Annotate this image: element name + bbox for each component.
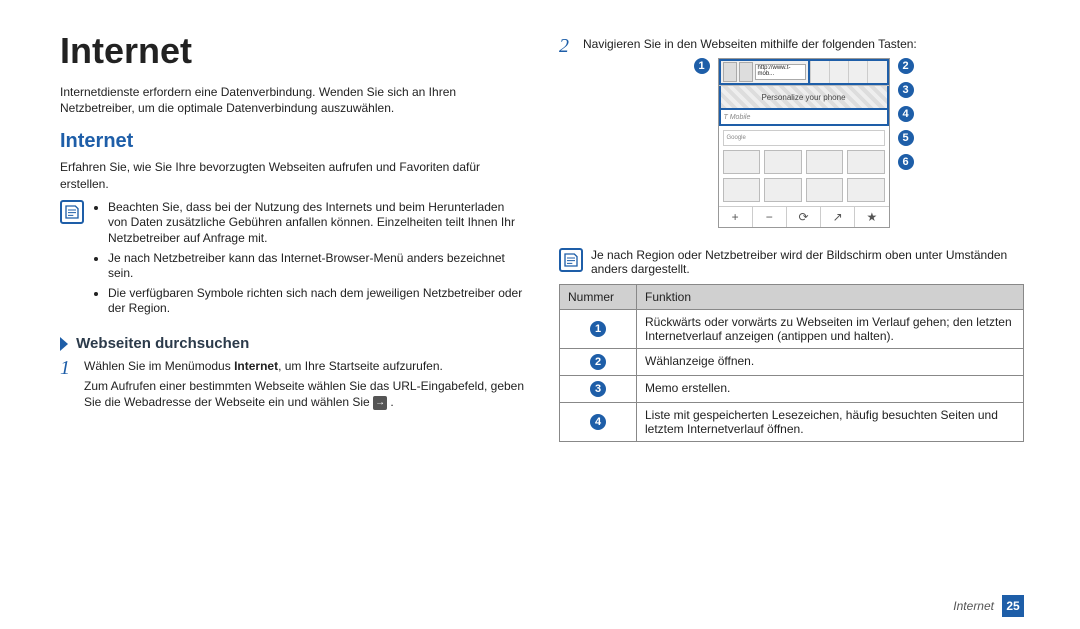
table-row: 2 Wählanzeige öffnen. xyxy=(560,349,1024,376)
zoom-in-icon: + xyxy=(719,207,752,227)
row-description: Memo erstellen. xyxy=(637,376,1024,403)
step: 1 Wählen Sie im Menümodus Internet, um I… xyxy=(60,358,525,415)
grid-tile xyxy=(723,150,761,174)
back-button-icon xyxy=(723,62,737,82)
row-number-icon: 4 xyxy=(590,414,606,430)
phone-search-input xyxy=(749,133,884,143)
row-number-icon: 1 xyxy=(590,321,606,337)
reload-icon: ⟳ xyxy=(786,207,820,227)
grid-tile xyxy=(723,178,761,202)
step-number: 1 xyxy=(60,358,76,415)
callout-number: 2 xyxy=(898,58,914,74)
go-arrow-icon: → xyxy=(373,396,387,410)
toolbar-icon xyxy=(829,61,848,72)
toolbar-icon xyxy=(867,61,886,72)
step-text: Navigieren Sie in den Webseiten mithilfe… xyxy=(583,36,1024,52)
intro-text: Internetdienste erfordern eine Datenverb… xyxy=(60,84,525,116)
phone-bottom-bar: + − ⟳ ↗ ★ xyxy=(719,206,889,227)
step-number: 2 xyxy=(559,36,575,240)
speed-dial-grid xyxy=(719,146,889,206)
phone-sitebar: T Mobile xyxy=(719,110,889,126)
toolbar-icons-region xyxy=(810,59,888,85)
row-description: Wählanzeige öffnen. xyxy=(637,349,1024,376)
row-description: Liste mit gespeicherten Lesezeichen, häu… xyxy=(637,403,1024,442)
functions-table: Nummer Funktion 1 Rückwärts oder vorwärt… xyxy=(559,284,1024,442)
callout-number: 6 xyxy=(898,154,914,170)
grid-tile xyxy=(764,178,802,202)
section-intro: Erfahren Sie, wie Sie Ihre bevorzugten W… xyxy=(60,159,525,191)
note-icon xyxy=(559,248,583,272)
table-header-number: Nummer xyxy=(560,285,637,310)
zoom-out-icon: − xyxy=(752,207,786,227)
callout-number: 1 xyxy=(694,58,710,74)
section-heading: Internet xyxy=(60,130,525,153)
callout-number: 4 xyxy=(898,106,914,122)
bookmark-icon: ★ xyxy=(854,207,888,227)
step: 2 Navigieren Sie in den Webseiten mithil… xyxy=(559,36,1024,240)
note-icon xyxy=(60,200,84,224)
phone-banner: Personalize your phone xyxy=(719,86,889,110)
note-bullet: Die verfügbaren Symbole richten sich nac… xyxy=(108,286,525,317)
toolbar-icon xyxy=(810,72,829,83)
grid-tile xyxy=(806,178,844,202)
note-bullet: Je nach Netzbetreiber kann das Internet-… xyxy=(108,251,525,282)
table-header-function: Funktion xyxy=(637,285,1024,310)
grid-tile xyxy=(847,178,885,202)
grid-tile xyxy=(764,150,802,174)
footer-section-name: Internet xyxy=(953,599,994,613)
address-bar-region: http://www.t-mob... xyxy=(719,59,811,85)
share-icon: ↗ xyxy=(820,207,854,227)
phone-mock: http://www.t-mob... xyxy=(718,58,890,228)
table-row: 1 Rückwärts oder vorwärts zu Webseiten i… xyxy=(560,310,1024,349)
toolbar-icon xyxy=(810,61,829,72)
forward-button-icon xyxy=(739,62,753,82)
page-title: Internet xyxy=(60,30,525,72)
phone-illustration: 1 http://www.t-mob... xyxy=(583,58,1024,228)
table-row: 4 Liste mit gespeicherten Lesezeichen, h… xyxy=(560,403,1024,442)
search-brand: Google xyxy=(724,135,749,141)
toolbar-icon xyxy=(867,72,886,83)
page-number: 25 xyxy=(1002,595,1024,617)
url-field: http://www.t-mob... xyxy=(755,64,807,80)
toolbar-icon xyxy=(829,72,848,83)
info-note: Je nach Region oder Netzbetreiber wird d… xyxy=(559,248,1024,276)
row-number-icon: 3 xyxy=(590,381,606,397)
toolbar-icon xyxy=(848,72,867,83)
table-row: 3 Memo erstellen. xyxy=(560,376,1024,403)
subsection-heading: Webseiten durchsuchen xyxy=(60,335,525,352)
grid-tile xyxy=(806,150,844,174)
note-bullet: Beachten Sie, dass bei der Nutzung des I… xyxy=(108,200,525,247)
note-text: Je nach Region oder Netzbetreiber wird d… xyxy=(591,248,1024,276)
step-text: Wählen Sie im Menümodus Internet, um Ihr… xyxy=(84,358,525,374)
chevron-right-icon xyxy=(60,337,68,351)
row-number-icon: 2 xyxy=(590,354,606,370)
row-description: Rückwärts oder vorwärts zu Webseiten im … xyxy=(637,310,1024,349)
page-footer: Internet 25 xyxy=(953,595,1024,617)
toolbar-icon xyxy=(848,61,867,72)
info-note: Beachten Sie, dass bei der Nutzung des I… xyxy=(60,200,525,321)
callout-number: 3 xyxy=(898,82,914,98)
callout-number: 5 xyxy=(898,130,914,146)
grid-tile xyxy=(847,150,885,174)
step-text: Zum Aufrufen einer bestimmten Webseite w… xyxy=(84,378,525,410)
note-body: Beachten Sie, dass bei der Nutzung des I… xyxy=(92,200,525,321)
